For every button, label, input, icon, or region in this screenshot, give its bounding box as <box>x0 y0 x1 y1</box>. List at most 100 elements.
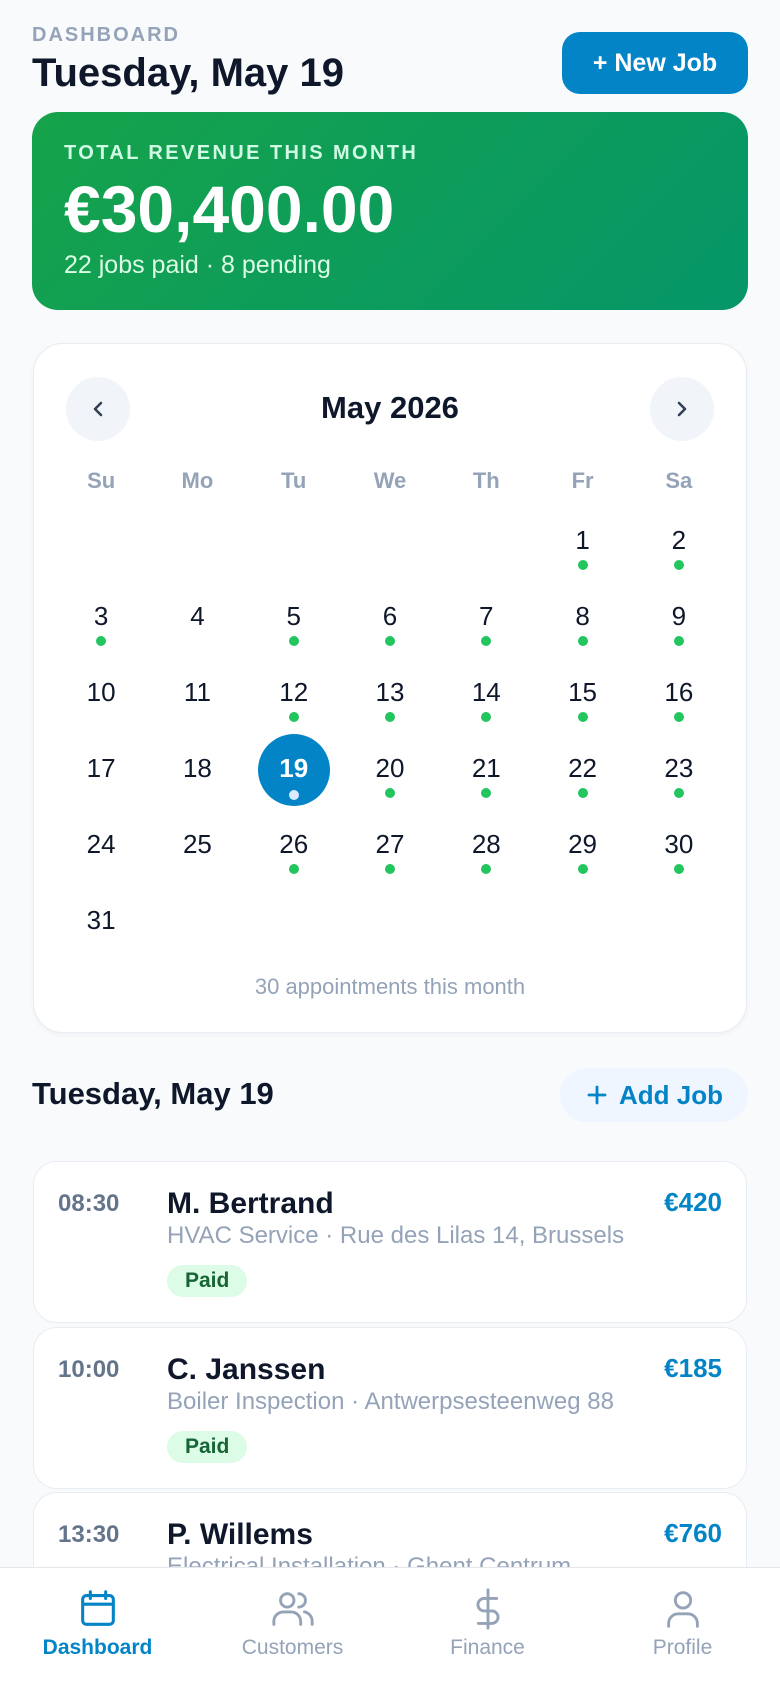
day-number: 2 <box>671 524 687 555</box>
add-job-button[interactable]: Add Job <box>560 1068 748 1122</box>
weekday-label: Th <box>472 468 500 493</box>
job-card[interactable]: 08:30 M. Bertrand HVAC Service · Rue des L… <box>33 1161 747 1323</box>
calendar-day[interactable]: 9 <box>631 582 727 658</box>
next-month-button[interactable] <box>650 377 714 441</box>
calendar-blank <box>246 506 342 582</box>
appointment-dot <box>384 788 395 798</box>
schedule-header: Tuesday, May 19 Add Job <box>32 1068 748 1124</box>
calendar-day[interactable]: 28 <box>438 810 534 886</box>
calendar-day[interactable]: 27 <box>342 810 438 886</box>
revenue-amount: €30,400.00 <box>64 172 395 246</box>
calendar-day[interactable]: 15 <box>534 658 630 734</box>
calendar-day[interactable]: 5 <box>246 582 342 658</box>
day-number: 18 <box>182 752 212 783</box>
calendar-day[interactable]: 20 <box>342 734 438 810</box>
day-number: 23 <box>664 752 694 783</box>
day-number: 26 <box>279 828 309 859</box>
calendar-day[interactable]: 10 <box>53 658 149 734</box>
calendar-day[interactable]: 12 <box>246 658 342 734</box>
appointment-dot <box>384 712 395 722</box>
calendar-day[interactable]: 23 <box>631 734 727 810</box>
job-description: HVAC Service · Rue des Lilas 14, Brussel… <box>167 1222 625 1249</box>
calendar-day[interactable]: 30 <box>631 810 727 886</box>
day-number: 10 <box>86 676 116 707</box>
dollar-icon <box>476 1588 499 1630</box>
status-badge: Paid <box>167 1265 248 1297</box>
calendar-day[interactable]: 26 <box>246 810 342 886</box>
job-customer-name: P. Willems <box>167 1518 313 1551</box>
page-header: DASHBOARD Tuesday, May 19 + New Job <box>32 24 748 95</box>
job-time: 10:00 <box>58 1356 120 1383</box>
new-job-button[interactable]: + New Job <box>562 32 748 94</box>
calendar-icon <box>80 1590 115 1626</box>
day-number: 6 <box>382 600 398 631</box>
job-customer-name: C. Janssen <box>167 1353 326 1386</box>
day-number: 15 <box>568 676 598 707</box>
calendar-day[interactable]: 4 <box>149 582 245 658</box>
weekday-label: Sa <box>665 468 693 493</box>
appointment-dot <box>577 712 588 722</box>
nav-item-finance[interactable]: Finance <box>390 1568 585 1688</box>
calendar-day[interactable]: 7 <box>438 582 534 658</box>
nav-item-profile[interactable]: Profile <box>585 1568 780 1688</box>
weekday-label: We <box>373 468 407 493</box>
day-number: 21 <box>471 752 501 783</box>
day-number: 5 <box>286 600 301 631</box>
calendar-day[interactable]: 24 <box>53 810 149 886</box>
calendar-day[interactable]: 13 <box>342 658 438 734</box>
calendar-day[interactable]: 31 <box>53 886 149 962</box>
nav-item-label: Customers <box>241 1636 344 1659</box>
day-number: 29 <box>568 828 598 859</box>
appointment-dot <box>288 636 299 646</box>
job-description: Boiler Inspection · Antwerpsesteenweg 88 <box>167 1388 614 1415</box>
day-number: 8 <box>575 600 590 631</box>
day-number: 25 <box>182 828 212 859</box>
day-number: 19 <box>279 752 309 783</box>
appointment-dot <box>384 864 395 874</box>
nav-item-label: Dashboard <box>42 1636 153 1659</box>
day-number: 28 <box>471 828 501 859</box>
calendar-day[interactable]: 14 <box>438 658 534 734</box>
plus-icon <box>587 1085 607 1105</box>
calendar-day[interactable]: 8 <box>534 582 630 658</box>
job-price: €420 <box>664 1187 722 1217</box>
calendar-footer: 30 appointments this month <box>254 974 526 999</box>
job-card[interactable]: 10:00 C. Janssen Boiler Inspection · Antwe… <box>33 1327 747 1489</box>
status-badge: Paid <box>167 1431 248 1463</box>
appointment-dot <box>577 560 588 570</box>
calendar-day-selected[interactable]: 19 <box>246 734 342 810</box>
calendar-day[interactable]: 2 <box>631 506 727 582</box>
calendar-day[interactable]: 25 <box>149 810 245 886</box>
weekday-label: Mo <box>181 468 214 493</box>
bottom-nav: Dashboard Customers Finance Profile <box>0 1567 780 1688</box>
appointment-dot <box>481 864 492 874</box>
nav-item-dashboard[interactable]: Dashboard <box>0 1568 195 1688</box>
day-number: 14 <box>471 676 501 707</box>
day-number: 3 <box>93 600 109 631</box>
calendar-day[interactable]: 29 <box>534 810 630 886</box>
job-customer-name: M. Bertrand <box>167 1187 334 1220</box>
calendar-day[interactable]: 18 <box>149 734 245 810</box>
appointment-dot <box>481 788 492 798</box>
calendar-day[interactable]: 16 <box>631 658 727 734</box>
calendar-day[interactable]: 21 <box>438 734 534 810</box>
users-icon <box>271 1592 314 1626</box>
appointment-dot <box>673 712 684 722</box>
calendar-day[interactable]: 6 <box>342 582 438 658</box>
calendar-day[interactable]: 3 <box>53 582 149 658</box>
day-number: 31 <box>86 904 116 935</box>
revenue-summary: 22 jobs paid · 8 pending <box>64 251 331 279</box>
calendar-day[interactable]: 11 <box>149 658 245 734</box>
job-time: 08:30 <box>58 1190 120 1217</box>
day-number: 4 <box>190 600 205 631</box>
day-number: 20 <box>375 752 405 783</box>
appointment-dot <box>481 712 492 722</box>
calendar-day[interactable]: 1 <box>534 506 630 582</box>
calendar-day[interactable]: 17 <box>53 734 149 810</box>
job-price: €185 <box>664 1353 722 1383</box>
calendar-day[interactable]: 22 <box>534 734 630 810</box>
chevron-right-icon <box>677 401 687 417</box>
day-number: 13 <box>375 676 405 707</box>
nav-item-customers[interactable]: Customers <box>195 1568 390 1688</box>
appointment-dot <box>288 790 299 800</box>
